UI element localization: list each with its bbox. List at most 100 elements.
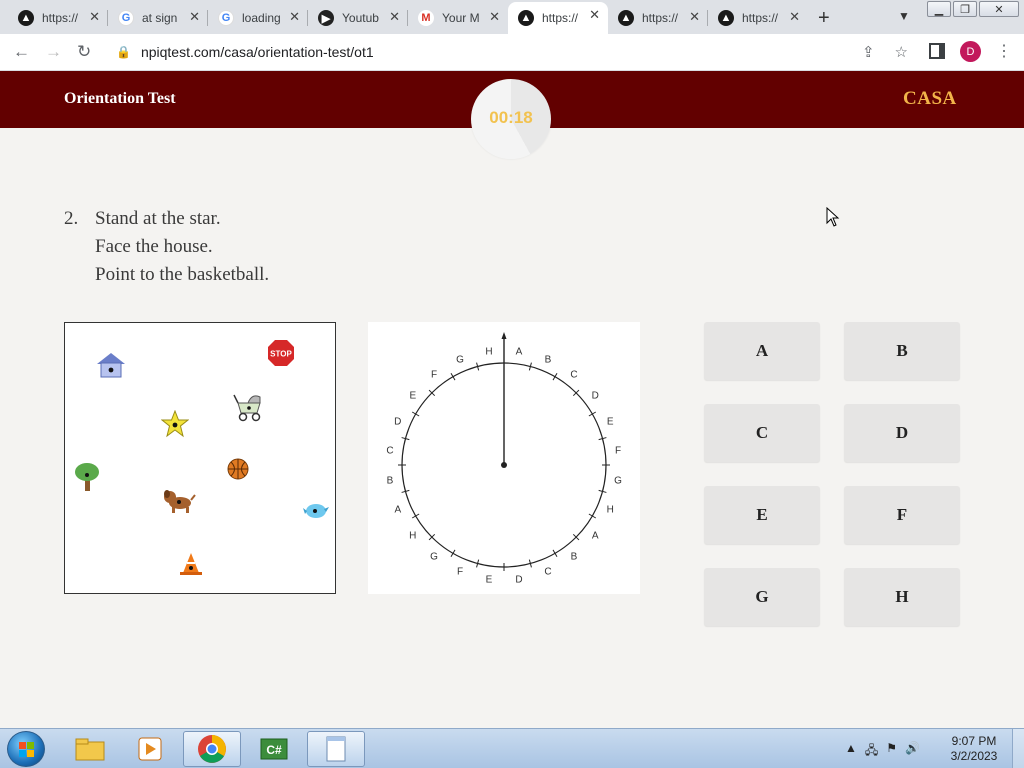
side-panel-icon[interactable] bbox=[929, 43, 945, 59]
traffic-cone-icon bbox=[180, 553, 202, 575]
lock-icon[interactable]: 🔒 bbox=[116, 45, 131, 59]
new-tab-plus-icon[interactable]: + bbox=[818, 7, 830, 30]
taskbar-explorer[interactable] bbox=[61, 731, 119, 767]
dial-label: D bbox=[592, 391, 599, 402]
back-arrow-icon[interactable]: ← bbox=[13, 42, 30, 62]
dial-label: C bbox=[386, 446, 393, 457]
dial-tick bbox=[411, 513, 420, 519]
answer-button-b[interactable]: B bbox=[844, 322, 960, 380]
close-icon[interactable]: ✕ bbox=[389, 9, 400, 25]
dial-tick bbox=[588, 411, 597, 417]
compass-dial: A B C D E F G H A B C D E F G H A B C D E F G H bbox=[368, 322, 640, 594]
close-icon[interactable]: ✕ bbox=[289, 9, 300, 25]
answer-button-e[interactable]: E bbox=[704, 486, 820, 544]
tab-title: at sign bbox=[142, 11, 178, 25]
document-icon bbox=[326, 736, 346, 762]
dial-label: G bbox=[430, 552, 438, 563]
url-omnibox[interactable]: 🔒 npiqtest.com/casa/orientation-test/ot1… bbox=[108, 39, 920, 65]
tree-icon bbox=[75, 463, 99, 491]
bookmark-star-icon[interactable]: ☆ bbox=[895, 43, 908, 61]
google-icon: G bbox=[118, 10, 134, 26]
brand-logo: CASA bbox=[903, 88, 957, 109]
url-text[interactable]: npiqtest.com/casa/orientation-test/ot1 bbox=[141, 44, 374, 60]
dial-label: G bbox=[614, 476, 622, 487]
dial-center-dot bbox=[501, 462, 507, 468]
answer-button-g[interactable]: G bbox=[704, 568, 820, 626]
dial-tick bbox=[450, 372, 456, 381]
dial-svg: A B C D E F G H A B C D E F G H A B C D E F G H bbox=[386, 332, 622, 586]
dial-label: F bbox=[615, 446, 621, 457]
google-icon: G bbox=[218, 10, 234, 26]
window-controls: ▁ ❐ ✕ bbox=[927, 1, 1021, 17]
browser-tab-1[interactable]: ▲ https:// ✕ bbox=[8, 4, 108, 32]
answer-button-d[interactable]: D bbox=[844, 404, 960, 462]
address-bar-row: ← → ↻ 🔒 npiqtest.com/casa/orientation-te… bbox=[0, 34, 1024, 71]
restore-icon[interactable]: ❐ bbox=[953, 1, 977, 17]
close-icon[interactable]: ✕ bbox=[589, 7, 600, 23]
dial-label: A bbox=[394, 505, 401, 516]
tab-title: Your M bbox=[442, 11, 480, 25]
close-icon[interactable]: ✕ bbox=[489, 9, 500, 25]
dial-label: B bbox=[545, 354, 552, 365]
profile-avatar[interactable]: D bbox=[960, 41, 981, 62]
browser-tab-4[interactable]: ▶ Youtub ✕ bbox=[308, 4, 408, 32]
pointer-arrowhead bbox=[501, 332, 507, 339]
tab-title: Youtub bbox=[342, 11, 379, 25]
answer-button-h[interactable]: H bbox=[844, 568, 960, 626]
dial-tick bbox=[411, 411, 420, 417]
taskbar-chrome[interactable] bbox=[183, 731, 241, 767]
forward-arrow-icon[interactable]: → bbox=[45, 42, 62, 62]
close-icon[interactable]: ✕ bbox=[689, 9, 700, 25]
youtube-icon: ▶ bbox=[318, 10, 334, 26]
orientation-map: STOP bbox=[64, 322, 336, 594]
page-title: Orientation Test bbox=[64, 90, 176, 107]
vercel-triangle-icon: ▲ bbox=[518, 10, 534, 26]
browser-tab-5[interactable]: M Your M ✕ bbox=[408, 4, 508, 32]
tray-expand-icon[interactable]: ▲ bbox=[845, 741, 857, 762]
clock-date: 3/2/2023 bbox=[950, 749, 998, 763]
answer-button-f[interactable]: F bbox=[844, 486, 960, 544]
close-icon[interactable]: ✕ bbox=[189, 9, 200, 25]
close-icon[interactable]: ✕ bbox=[789, 9, 800, 25]
start-button[interactable] bbox=[7, 731, 45, 767]
basketball-icon bbox=[227, 458, 249, 480]
dial-label: E bbox=[409, 391, 416, 402]
close-icon[interactable]: ✕ bbox=[89, 9, 100, 25]
browser-tab-2[interactable]: G at sign ✕ bbox=[108, 4, 208, 32]
minimize-icon[interactable]: ▁ bbox=[927, 1, 951, 17]
browser-tab-3[interactable]: G loading ✕ bbox=[208, 4, 308, 32]
stop-sign-text: STOP bbox=[270, 350, 292, 359]
dial-label: C bbox=[544, 567, 551, 578]
taskbar-clock[interactable]: 9:07 PM 3/2/2023 bbox=[946, 734, 1002, 764]
show-desktop-button[interactable] bbox=[1012, 729, 1024, 768]
dial-tick bbox=[552, 549, 558, 558]
tab-title: https:// bbox=[642, 11, 679, 25]
dial-label: F bbox=[457, 567, 463, 578]
taskbar-csharp[interactable]: C# bbox=[245, 731, 303, 767]
mouse-cursor-icon bbox=[826, 207, 840, 227]
dial-label: A bbox=[592, 531, 599, 542]
network-icon[interactable]: 🖧 bbox=[865, 741, 878, 762]
action-center-flag-icon[interactable]: ⚑ bbox=[886, 741, 897, 762]
taskbar-notepad[interactable] bbox=[307, 731, 365, 767]
answer-button-c[interactable]: C bbox=[704, 404, 820, 462]
chevron-down-icon[interactable]: ▼ bbox=[898, 9, 910, 23]
windows-taskbar: C# ▲ 🖧 ⚑ 🔊 9:07 PM 3/2/2023 bbox=[0, 728, 1024, 768]
volume-icon[interactable]: 🔊 bbox=[905, 741, 920, 762]
taskbar-media-player[interactable] bbox=[121, 731, 179, 767]
countdown-timer: 00:18 bbox=[471, 79, 551, 159]
svg-text:C#: C# bbox=[266, 743, 282, 757]
window-close-icon[interactable]: ✕ bbox=[979, 1, 1019, 17]
reload-icon[interactable]: ↻ bbox=[77, 42, 91, 62]
dial-label: C bbox=[570, 369, 577, 380]
dial-label: D bbox=[515, 575, 522, 586]
star-icon bbox=[161, 410, 189, 438]
stroller-icon bbox=[233, 394, 261, 422]
dial-label: G bbox=[456, 354, 464, 365]
kebab-menu-icon[interactable]: ⋮ bbox=[996, 41, 1012, 61]
browser-tab-7[interactable]: ▲ https:// ✕ bbox=[608, 4, 708, 32]
browser-tab-8[interactable]: ▲ https:// ✕ bbox=[708, 4, 808, 32]
browser-tab-6-active[interactable]: ▲ https:// ✕ bbox=[508, 2, 608, 34]
share-icon[interactable]: ⇪ bbox=[862, 43, 875, 61]
answer-button-a[interactable]: A bbox=[704, 322, 820, 380]
